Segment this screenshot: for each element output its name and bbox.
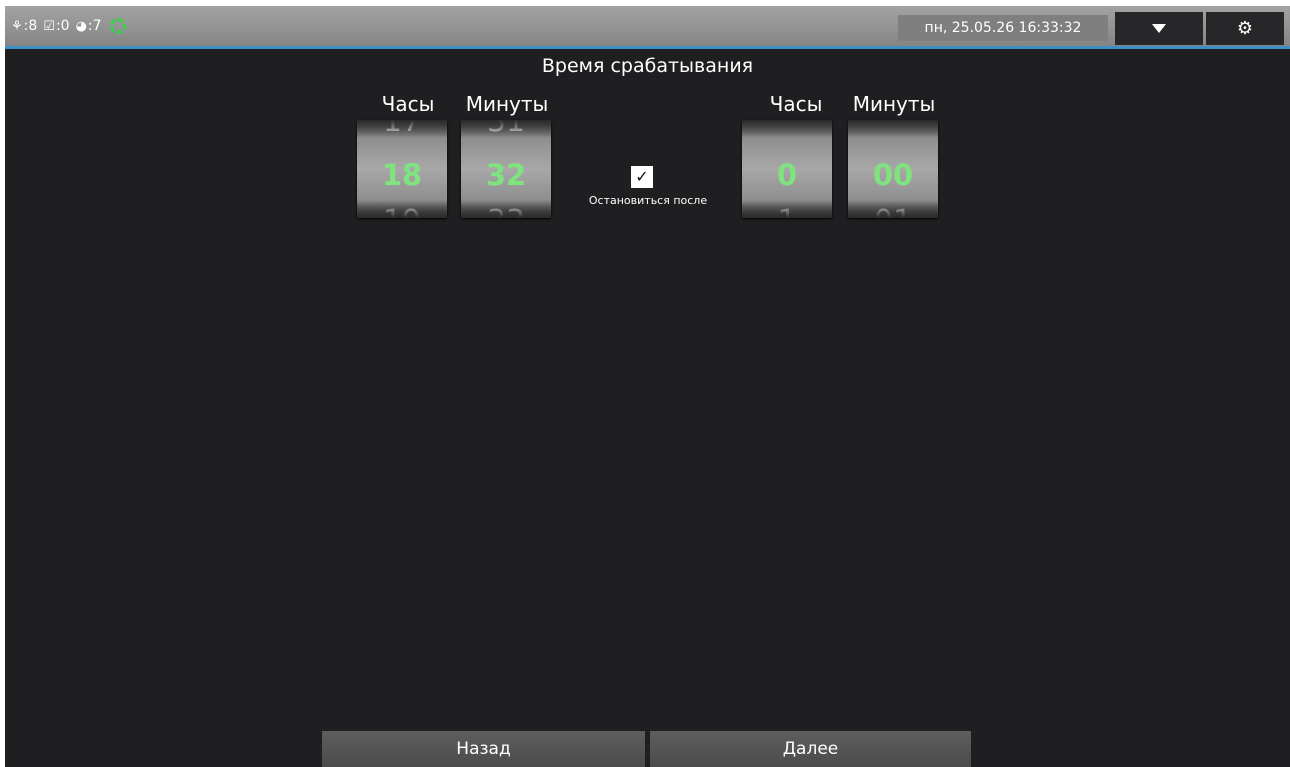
drum-shade-top <box>848 120 938 138</box>
stop-hours-picker[interactable]: 0 1 <box>742 120 832 218</box>
start-minutes-label: Минуты <box>465 92 549 116</box>
start-hours-label: Часы <box>381 92 435 116</box>
datetime-display: пн, 25.05.26 16:33:32 <box>898 15 1108 41</box>
status-bar: ⚘ :8 ☑ :0 ◕ :7 пн, 25.05.26 16:33:32 ⚙ <box>5 6 1290 49</box>
back-button[interactable]: Назад <box>322 731 645 767</box>
status-indicators: ⚘ :8 ☑ :0 ◕ :7 <box>11 6 126 46</box>
drum-shade-bottom <box>461 200 551 218</box>
globe-count: :7 <box>87 18 102 34</box>
sync-icon <box>109 18 126 34</box>
globe-status[interactable]: ◕ :7 <box>76 18 102 34</box>
start-hours-picker[interactable]: 17 18 19 <box>357 120 447 218</box>
next-button[interactable]: Далее <box>650 731 971 767</box>
stop-after-checkbox[interactable]: ✓ <box>631 166 653 188</box>
start-hours-value: 18 <box>381 158 423 192</box>
drum-shade-bottom <box>742 200 832 218</box>
drum-shade-top <box>461 120 551 138</box>
stop-after-label: Остановиться после <box>588 194 708 207</box>
gear-icon: ⚙ <box>1236 18 1254 39</box>
stop-minutes-picker[interactable]: 00 01 <box>848 120 938 218</box>
triangle-down-icon <box>1152 24 1166 33</box>
tasks-count: :0 <box>55 18 70 34</box>
drum-shade-top <box>742 120 832 138</box>
drum-shade-top <box>357 120 447 138</box>
settings-button[interactable]: ⚙ <box>1206 12 1284 45</box>
page-title: Время срабатывания <box>541 55 754 77</box>
network-icon: ⚘ <box>11 18 23 34</box>
tasks-status[interactable]: ☑ :0 <box>43 18 69 34</box>
stop-hours-value: 0 <box>776 158 798 192</box>
start-minutes-picker[interactable]: 31 32 33 <box>461 120 551 218</box>
screen: ⚘ :8 ☑ :0 ◕ :7 пн, 25.05.26 16:33:32 ⚙ В… <box>5 6 1290 767</box>
drum-shade-bottom <box>357 200 447 218</box>
checkbox-icon: ☑ <box>43 18 55 34</box>
dropdown-button[interactable] <box>1115 12 1203 45</box>
stop-minutes-value: 00 <box>872 158 914 192</box>
start-minutes-value: 32 <box>485 158 527 192</box>
drum-shade-bottom <box>848 200 938 218</box>
network-status[interactable]: ⚘ :8 <box>11 18 37 34</box>
stop-minutes-label: Минуты <box>852 92 936 116</box>
globe-icon: ◕ <box>75 18 87 34</box>
stop-hours-label: Часы <box>769 92 823 116</box>
network-count: :8 <box>23 18 38 34</box>
